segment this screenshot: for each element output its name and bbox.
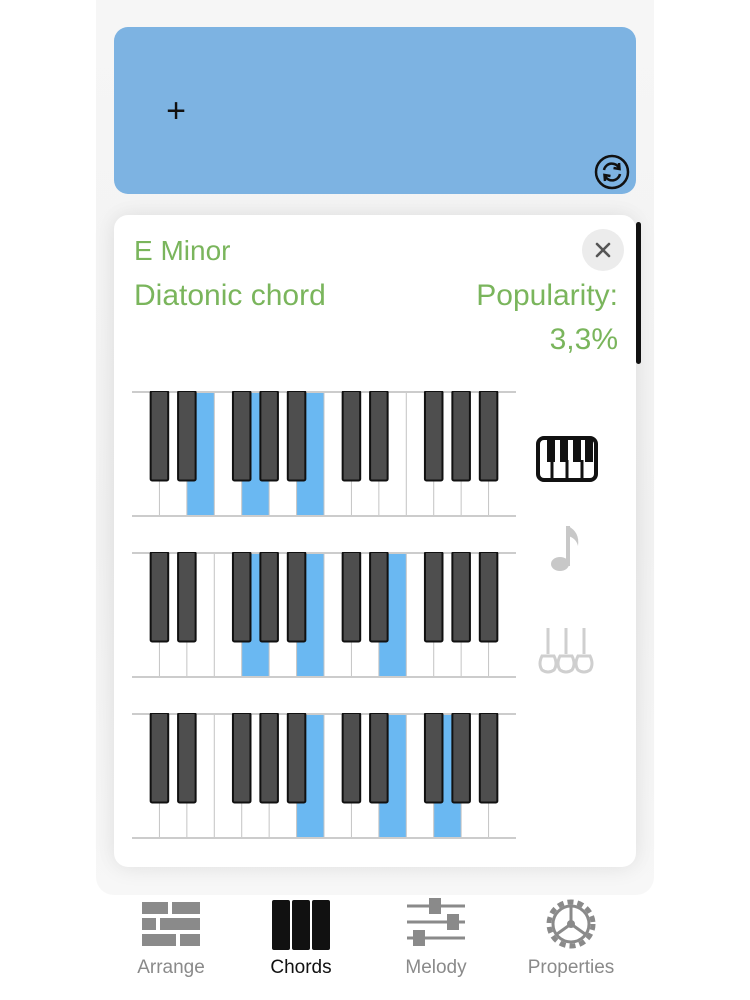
black-key [177,713,197,804]
tab-melody[interactable]: Melody [361,888,511,988]
black-key [286,713,307,804]
black-key [286,391,307,482]
black-key [231,552,252,643]
black-key [231,391,252,482]
black-key [341,713,362,804]
tab-label: Arrange [137,957,205,978]
black-key [286,552,307,643]
chord-name: E Minor [134,235,231,266]
tab-chords[interactable]: Chords [226,888,376,988]
black-key [149,391,170,482]
black-key [177,552,197,643]
tab-label: Properties [527,957,615,978]
black-key [259,391,279,482]
chords-bars-icon [272,900,330,950]
voicing-keyboard-1[interactable] [132,391,516,517]
voicing-keyboard-2[interactable] [132,552,516,678]
tab-bar: Arrange Chords Melody Properties [0,888,750,1000]
black-key [341,552,362,643]
black-key [259,552,279,643]
chord-slot[interactable] [114,27,636,194]
music-note-icon[interactable] [548,522,584,574]
black-key [231,713,252,804]
black-key [478,552,499,643]
black-key [259,713,279,804]
melody-sliders-icon [407,898,465,946]
black-key [451,713,471,804]
black-key [369,713,389,804]
piano-keyboard [132,713,516,839]
black-key [423,713,444,804]
black-key [177,391,197,482]
tab-label: Chords [270,957,332,978]
popularity-label: Popularity: [476,279,618,312]
refresh-icon[interactable] [594,154,630,190]
popularity-value: 3,3% [549,323,618,356]
black-key [478,713,499,804]
black-key [451,391,471,482]
gear-icon [546,899,596,949]
black-key [451,552,471,643]
add-chord-button[interactable]: + [160,93,192,129]
close-icon [595,242,611,258]
black-key [149,552,170,643]
black-key [423,391,444,482]
voicing-keyboard-3[interactable] [132,713,516,839]
black-key [341,391,362,482]
black-key [478,391,499,482]
tab-arrange[interactable]: Arrange [96,888,246,988]
piano-keyboard [132,552,516,678]
black-key [149,713,170,804]
arrange-bricks-icon [142,902,200,946]
piano-keyboard [132,391,516,517]
piano-icon[interactable] [536,436,598,482]
chord-type: Diatonic chord [134,279,326,312]
guitar-icon[interactable] [534,624,598,676]
black-key [369,391,389,482]
black-key [423,552,444,643]
tab-label: Melody [405,957,467,978]
tab-properties[interactable]: Properties [496,888,646,988]
scrollbar[interactable] [636,222,641,364]
black-key [369,552,389,643]
close-button[interactable] [582,229,624,271]
